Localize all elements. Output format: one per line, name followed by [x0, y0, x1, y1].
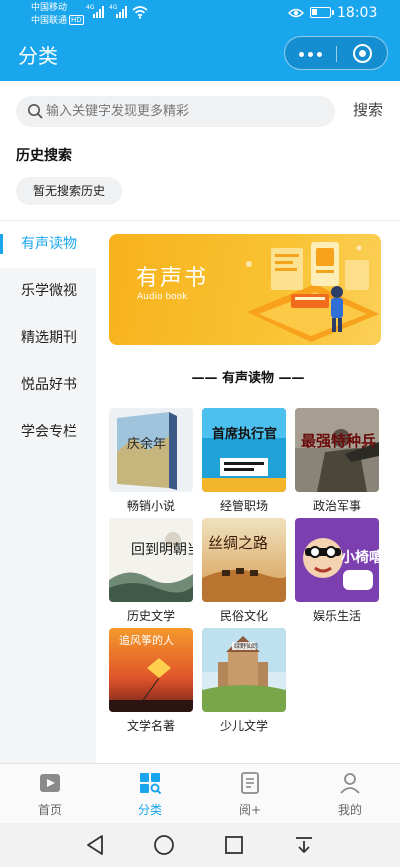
system-navigation-bar [0, 823, 400, 867]
svg-text:小椅嘻嘻哈哈: 小椅嘻嘻哈哈 [341, 549, 379, 566]
category-label: 政治军事 [312, 499, 361, 513]
sidebar-item-audiobooks[interactable]: 有声读物 [0, 221, 96, 268]
tab-label: 首页 [37, 803, 62, 817]
category-cover: 小椅嘻嘻哈哈 [295, 518, 379, 602]
search-button[interactable]: 搜索 [353, 99, 383, 120]
search-input[interactable] [46, 96, 326, 127]
tab-home[interactable]: 首页 [0, 764, 100, 823]
sidebar-item-society-column[interactable]: 学会专栏 [0, 409, 96, 456]
category-cover: 绿野仙踪 [202, 628, 286, 712]
search-icon [28, 104, 43, 119]
svg-text:庆余年: 庆余年 [127, 436, 166, 452]
recents-icon[interactable] [221, 832, 247, 858]
category-label: 娱乐生活 [312, 609, 361, 623]
svg-text:最强特种兵: 最强特种兵 [301, 432, 376, 450]
banner-subtitle: Audio book [137, 292, 188, 302]
top-bar: 中国移动 中国联通 HD 4G 4G 18:03 分类 [0, 0, 400, 81]
tab-label: 分类 [137, 803, 162, 817]
document-icon [241, 772, 259, 794]
eye-comfort-icon [288, 8, 304, 18]
category-item-entertainment[interactable]: 小椅嘻嘻哈哈 娱乐生活 [295, 518, 379, 628]
status-time: 18:03 [337, 5, 378, 21]
category-label: 民俗文化 [219, 609, 268, 623]
category-item-folk-culture[interactable]: 丝绸之路 民俗文化 [202, 518, 286, 628]
svg-text:丝绸之路: 丝绸之路 [208, 534, 268, 552]
search-box[interactable] [16, 96, 335, 127]
category-item-historical-literature[interactable]: 回到明朝当王爷 历史文学 [109, 518, 193, 628]
bottom-tab-bar: 首页 分类 阅+ 我的 [0, 763, 400, 823]
category-label: 经管职场 [219, 499, 268, 513]
tab-mine[interactable]: 我的 [300, 764, 400, 823]
svg-text:绿野仙踪: 绿野仙踪 [234, 642, 258, 650]
category-item-children-literature[interactable]: 绿野仙踪 少儿文学 [202, 628, 286, 738]
category-label: 历史文学 [126, 609, 175, 623]
banner-title: 有声书 [136, 266, 209, 291]
battery-icon [310, 7, 334, 18]
sidebar-item-journals[interactable]: 精选期刊 [0, 315, 96, 362]
category-cover: 追风筝的人 [109, 628, 193, 712]
history-empty-chip: 暂无搜索历史 [16, 177, 122, 205]
section-title: —— 有声读物 —— [191, 371, 305, 386]
tab-read-plus[interactable]: 阅+ [200, 764, 300, 823]
home-icon[interactable] [151, 832, 177, 858]
category-cover: 最强特种兵 [295, 408, 379, 492]
category-grid-icon [140, 773, 162, 795]
status-bar: 中国移动 中国联通 HD 4G 4G 18:03 [31, 2, 378, 28]
tab-label: 我的 [337, 803, 362, 817]
category-content: 有声书 Audio book —— 有声读物 —— 庆余年 畅销小说 首席执行官… [96, 221, 400, 763]
category-label: 少儿文学 [219, 719, 268, 733]
category-item-business-career[interactable]: 首席执行官 经管职场 [202, 408, 286, 518]
category-label: 文学名著 [126, 719, 175, 733]
sidebar-item-micro-video[interactable]: 乐学微视 [0, 268, 96, 315]
carrier-1: 中国移动 [31, 3, 68, 13]
category-item-bestseller-fiction[interactable]: 庆余年 畅销小说 [109, 408, 193, 518]
notification-pulldown-icon[interactable] [291, 832, 317, 858]
svg-text:回到明朝当王爷: 回到明朝当王爷 [131, 542, 193, 558]
category-cover: 首席执行官 [202, 408, 286, 492]
miniprogram-capsule [284, 36, 388, 70]
category-cover: 回到明朝当王爷 [109, 518, 193, 602]
hd-badge: HD [69, 15, 84, 25]
tab-label: 阅+ [238, 803, 262, 817]
carrier-2: 中国联通 [31, 16, 68, 26]
category-cover: 庆余年 [109, 408, 193, 492]
svg-text:追风筝的人: 追风筝的人 [119, 633, 174, 647]
svg-text:首席执行官: 首席执行官 [212, 426, 277, 442]
wifi-icon [132, 6, 148, 19]
more-menu-icon[interactable] [285, 37, 336, 69]
category-cover: 丝绸之路 [202, 518, 286, 602]
back-icon[interactable] [82, 832, 108, 858]
tab-category[interactable]: 分类 [100, 764, 200, 823]
page-title: 分类 [18, 44, 58, 68]
close-miniprogram-icon[interactable] [337, 37, 388, 69]
category-label: 畅销小说 [126, 499, 175, 513]
play-icon [40, 774, 60, 792]
carrier-info: 中国移动 中国联通 HD [31, 2, 84, 28]
user-icon [340, 773, 360, 794]
history-title: 历史搜索 [16, 148, 72, 164]
banner-illustration [246, 242, 379, 342]
sidebar-item-good-books[interactable]: 悦品好书 [0, 362, 96, 409]
category-item-politics-military[interactable]: 最强特种兵 政治军事 [295, 408, 379, 518]
search-row: 搜索 [0, 81, 400, 139]
category-item-literary-classics[interactable]: 追风筝的人 文学名著 [109, 628, 193, 738]
category-sidebar: 有声读物 乐学微视 精选期刊 悦品好书 学会专栏 [0, 221, 96, 763]
audiobook-banner[interactable]: 有声书 Audio book [109, 234, 381, 345]
